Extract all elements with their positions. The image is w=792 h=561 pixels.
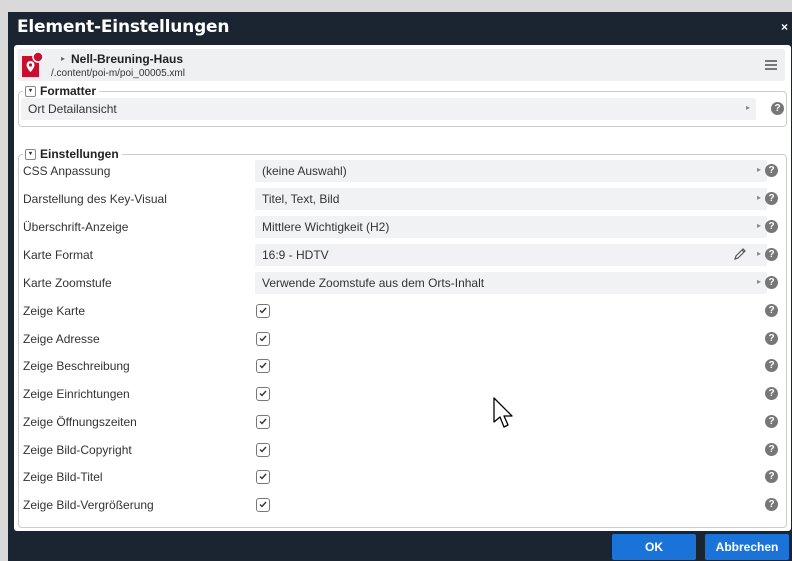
setting-label: Zeige Bild-Vergrößerung (23, 498, 154, 512)
formatter-select[interactable]: Ort Detailansicht ▸ (21, 98, 756, 120)
help-icon[interactable]: ? (765, 470, 778, 483)
select-value: Mittlere Wichtigkeit (H2) (262, 220, 390, 234)
resource-header: ▸ Nell-Breuning-Haus /.content/poi-m/poi… (18, 49, 785, 81)
dialog-content: ▸ Nell-Breuning-Haus /.content/poi-m/poi… (14, 45, 791, 531)
show-opening-hours-checkbox[interactable] (256, 415, 270, 429)
mouse-cursor-icon (493, 397, 513, 428)
settings-legend-label: Einstellungen (40, 147, 119, 161)
resource-title: Nell-Breuning-Haus (71, 52, 184, 66)
select-value: Verwende Zoomstufe aus dem Orts-Inhalt (262, 276, 485, 290)
setting-label: Karte Zoomstufe (23, 276, 112, 290)
setting-row-show-address: Zeige Adresse ? (19, 328, 786, 350)
help-icon[interactable]: ? (765, 304, 778, 317)
help-icon[interactable]: ? (765, 415, 778, 428)
setting-row-show-facilities: Zeige Einrichtungen ? (19, 383, 786, 405)
setting-label: Zeige Bild-Copyright (23, 443, 132, 457)
help-icon[interactable]: ? (765, 498, 778, 511)
pencil-icon[interactable] (733, 247, 747, 261)
formatter-fieldset: ▾ Formatter Ort Detailansicht ▸ ? (18, 84, 787, 127)
help-icon[interactable]: ? (765, 276, 778, 289)
setting-row-keyvisual: Darstellung des Key-Visual Titel, Text, … (19, 188, 786, 210)
formatter-select-value: Ort Detailansicht (28, 102, 117, 116)
map-pin-icon (22, 52, 44, 77)
menu-icon[interactable] (765, 60, 777, 70)
chevron-right-icon: ▸ (756, 277, 761, 286)
dialog-titlebar[interactable]: Element-Einstellungen × (8, 12, 792, 43)
heading-select[interactable]: Mittlere Wichtigkeit (H2) ▸ (255, 216, 767, 238)
chevron-right-icon: ▸ (756, 165, 761, 174)
setting-label: CSS Anpassung (23, 164, 111, 178)
formatter-legend: ▾ Formatter (23, 84, 100, 98)
show-image-copyright-checkbox[interactable] (256, 443, 270, 457)
setting-row-heading: Überschrift-Anzeige Mittlere Wichtigkeit… (19, 216, 786, 238)
resource-path: /.content/poi-m/poi_00005.xml (51, 68, 185, 79)
settings-fieldset: ▾ Einstellungen CSS Anpassung (keine Aus… (18, 147, 787, 528)
show-image-title-checkbox[interactable] (256, 470, 270, 484)
setting-row-mapformat: Karte Format 16:9 - HDTV ▸ ? (19, 244, 786, 266)
setting-label: Zeige Adresse (23, 332, 100, 346)
collapse-toggle-icon[interactable]: ▾ (25, 85, 36, 97)
css-select[interactable]: (keine Auswahl) ▸ (255, 160, 767, 182)
close-icon[interactable]: × (781, 20, 788, 34)
keyvisual-select[interactable]: Titel, Text, Bild ▸ (255, 188, 767, 210)
setting-row-show-hours: Zeige Öffnungszeiten ? (19, 411, 786, 433)
chevron-right-icon: ▸ (756, 221, 761, 230)
dialog-title: Element-Einstellungen (17, 17, 230, 37)
help-icon[interactable]: ? (765, 192, 778, 205)
chevron-right-icon: ▸ (756, 193, 761, 202)
setting-label: Karte Format (23, 248, 94, 262)
help-icon[interactable]: ? (771, 102, 784, 115)
help-icon[interactable]: ? (765, 359, 778, 372)
cancel-button[interactable]: Abbrechen (705, 534, 789, 560)
setting-label: Zeige Karte (23, 304, 86, 318)
setting-label: Zeige Beschreibung (23, 359, 130, 373)
chevron-right-icon: ▸ (756, 249, 761, 258)
setting-row-show-copyright: Zeige Bild-Copyright ? (19, 439, 786, 461)
show-map-checkbox[interactable] (256, 304, 270, 318)
setting-label: Zeige Bild-Titel (23, 470, 103, 484)
settings-legend: ▾ Einstellungen (23, 147, 122, 161)
help-icon[interactable]: ? (765, 332, 778, 345)
help-icon[interactable]: ? (765, 248, 778, 261)
setting-row-zoom: Karte Zoomstufe Verwende Zoomstufe aus d… (19, 272, 786, 294)
map-format-select[interactable]: 16:9 - HDTV ▸ (255, 244, 767, 266)
setting-label: Zeige Öffnungszeiten (23, 415, 137, 429)
select-value: Titel, Text, Bild (262, 192, 340, 206)
setting-row-css: CSS Anpassung (keine Auswahl) ▸ ? (19, 160, 786, 182)
help-icon[interactable]: ? (765, 164, 778, 177)
help-icon[interactable]: ? (765, 220, 778, 233)
setting-row-show-description: Zeige Beschreibung ? (19, 355, 786, 377)
chevron-right-icon: ▸ (745, 103, 750, 112)
element-settings-dialog: Element-Einstellungen × ▸ Nell-Breuning-… (8, 12, 792, 561)
formatter-legend-label: Formatter (40, 84, 97, 98)
ok-button[interactable]: OK (612, 534, 696, 560)
show-facilities-checkbox[interactable] (256, 387, 270, 401)
formatter-row: Ort Detailansicht ▸ ? (19, 98, 786, 120)
setting-row-show-image-title: Zeige Bild-Titel ? (19, 466, 786, 488)
select-value: (keine Auswahl) (262, 164, 347, 178)
setting-label: Überschrift-Anzeige (23, 220, 129, 234)
setting-row-show-zoom: Zeige Bild-Vergrößerung ? (19, 494, 786, 516)
help-icon[interactable]: ? (765, 387, 778, 400)
setting-row-show-map: Zeige Karte ? (19, 300, 786, 322)
setting-label: Zeige Einrichtungen (23, 387, 130, 401)
collapse-toggle-icon[interactable]: ▾ (25, 148, 36, 160)
show-address-checkbox[interactable] (256, 332, 270, 346)
show-description-checkbox[interactable] (256, 359, 270, 373)
setting-label: Darstellung des Key-Visual (23, 192, 167, 206)
select-value: 16:9 - HDTV (262, 248, 329, 262)
show-image-zoom-checkbox[interactable] (256, 498, 270, 512)
expand-arrow-icon[interactable]: ▸ (61, 54, 65, 63)
map-zoom-select[interactable]: Verwende Zoomstufe aus dem Orts-Inhalt ▸ (255, 272, 767, 294)
help-icon[interactable]: ? (765, 443, 778, 456)
